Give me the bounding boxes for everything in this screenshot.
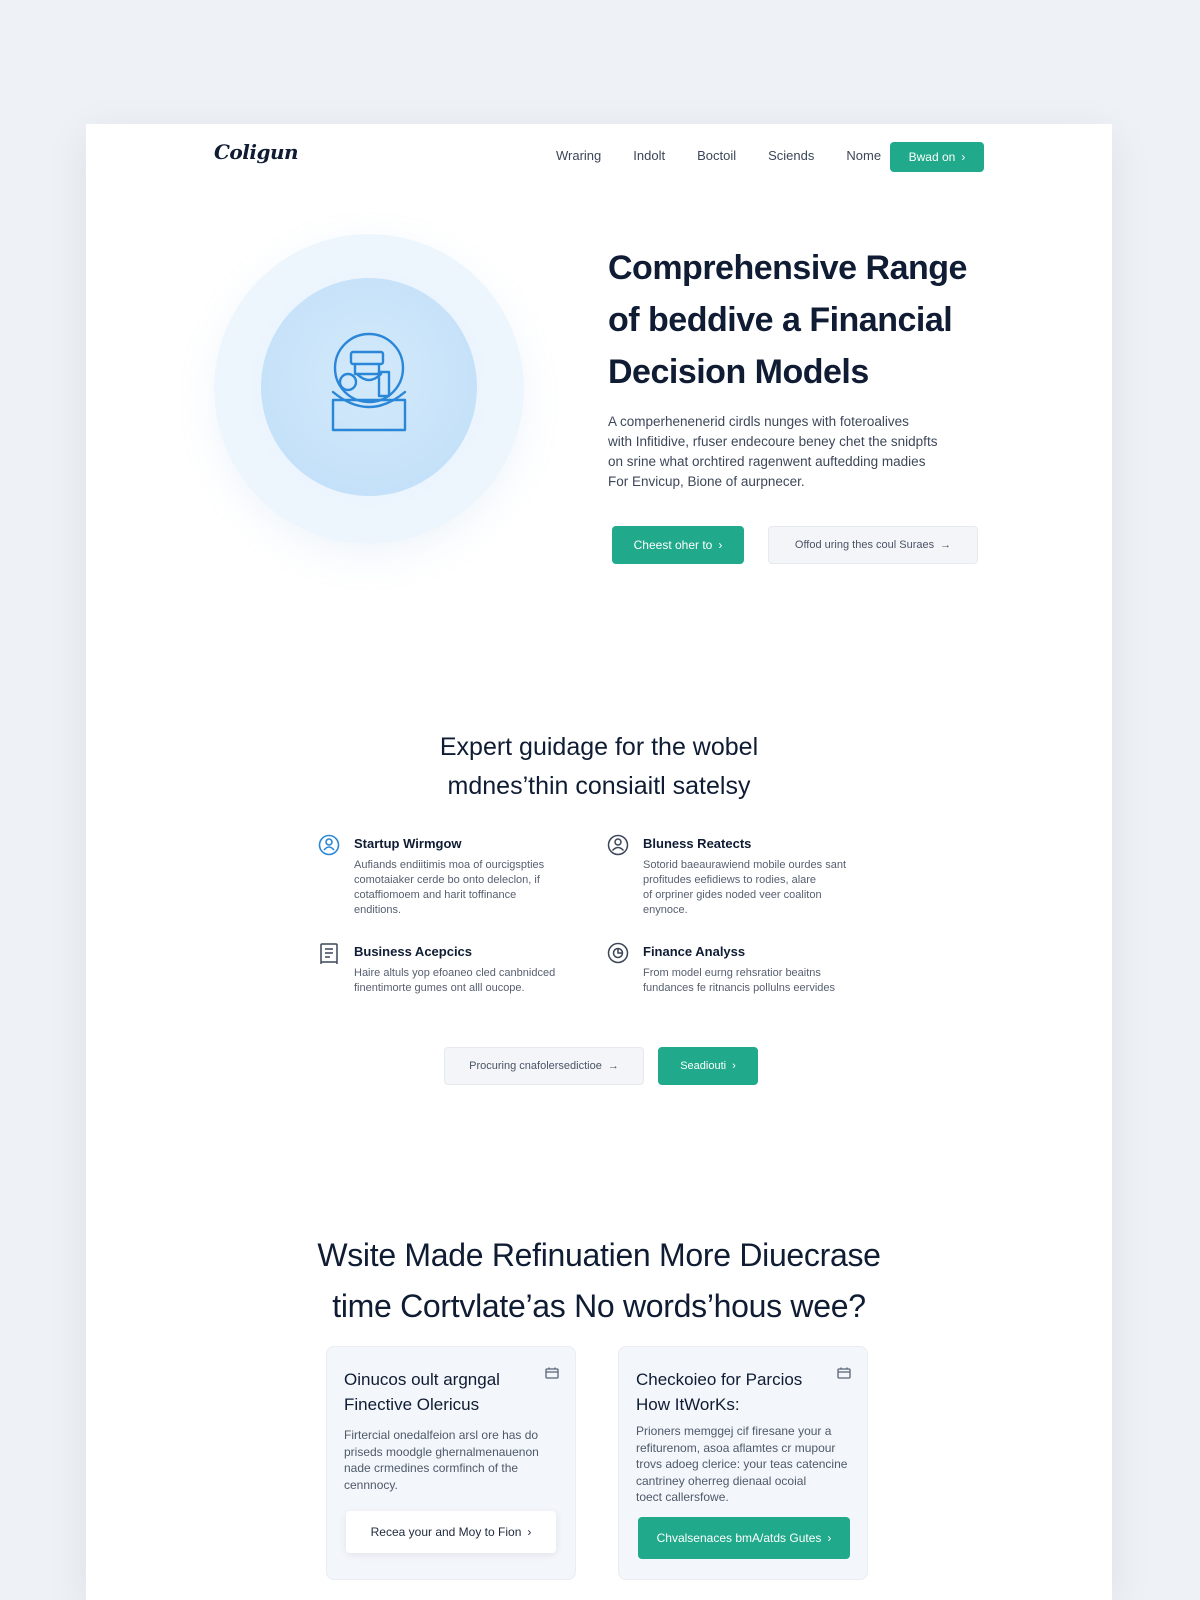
card-title: Checkoieo for Parcios How ItWorKs:: [636, 1367, 836, 1417]
hero-primary-label: Cheest oher to: [633, 538, 713, 552]
page-card: Coligun Wraring Indolt Boctoil Sciends N…: [86, 124, 1112, 1600]
nav-link-indolt[interactable]: Indolt: [633, 148, 665, 163]
nav-links: Wraring Indolt Boctoil Sciends Nome: [556, 148, 913, 163]
feature-item: Bluness Reatects Sotorid baeaurawiend mo…: [607, 834, 867, 916]
arrow-right-icon: ›: [961, 150, 966, 164]
feature-title: Business Acepcics: [354, 944, 473, 959]
feature-desc-line: From model eurng rehsratior beaitns: [643, 967, 821, 979]
brand-logo[interactable]: Coligun: [214, 140, 299, 164]
feature-desc-line: fundances fe ritnancis pollulns eervides: [643, 982, 836, 994]
arrow-right-icon: ›: [827, 1531, 832, 1545]
cta-section-title: Wsite Made Refinuatien More Diuecrase ti…: [226, 1230, 972, 1332]
calendar-icon: [837, 1367, 851, 1379]
expert-title-line: mdnes’thin consiaitl satelsy: [447, 772, 751, 800]
expert-primary-label: Seadiouti: [680, 1060, 727, 1072]
hero-secondary-button[interactable]: Offod uring thes coul Suraes →: [768, 526, 978, 564]
person-circle-icon: [318, 834, 340, 856]
card-desc-line: cennnocy.: [344, 1477, 398, 1492]
calendar-icon: [545, 1367, 559, 1379]
card-description: Prioners memggej cif firesane your a ref…: [636, 1423, 856, 1506]
card-desc-line: cantriney oherreg dienaal ocoial: [636, 1473, 807, 1488]
top-navigation: Coligun Wraring Indolt Boctoil Sciends N…: [86, 124, 1112, 194]
hero-title-line: of beddive a Financial: [608, 301, 953, 339]
expert-section-title: Expert guidage for the wobel mdnes’thin …: [286, 728, 912, 806]
cta-title-line: time Cortvlate’as No words’hous wee?: [332, 1288, 866, 1324]
hero-primary-button[interactable]: Cheest oher to ›: [612, 526, 744, 564]
nav-link-boctoil[interactable]: Boctoil: [697, 148, 736, 163]
card-desc-line: refiturenom, asoa aflamtes cr mupour: [636, 1440, 836, 1455]
hero-desc-line: A comperhenenerid cirdls nunges with fot…: [608, 414, 909, 429]
card-button[interactable]: Recea your and Moy to Fion ›: [346, 1511, 556, 1553]
clipboard-icon: [320, 943, 338, 964]
hero-circle: [261, 278, 477, 496]
feature-description: From model eurng rehsratior beaitns fund…: [643, 966, 865, 996]
hero-desc-line: For Envicup, Bione of aurpnecer.: [608, 474, 805, 489]
expert-primary-button[interactable]: Seadiouti ›: [658, 1047, 758, 1085]
feature-desc-line: of orpriner gides noded veer coaliton: [643, 889, 822, 901]
card-title-line: Oinucos oult argngal: [344, 1370, 500, 1389]
card-desc-line: nade crmedines cormfinch of the: [344, 1461, 519, 1475]
feature-desc-line: profitudes eefidiews to rodies, alare: [643, 874, 817, 886]
hero-description: A comperhenenerid cirdls nunges with fot…: [608, 412, 968, 492]
chart-circle-icon: [607, 942, 629, 964]
nav-link-nome[interactable]: Nome: [846, 148, 881, 163]
card-desc-line: trovs adoeg clerice: your teas catencine: [636, 1457, 848, 1471]
feature-desc-line: comotaiaker cerde bo onto deleclon, if: [354, 874, 540, 886]
feature-description: Aufiands endiitimis moa of ourcigspties …: [354, 858, 576, 918]
feature-item: Business Acepcics Haire altuls yop efoan…: [318, 942, 578, 1002]
expert-title-line: Expert guidage for the wobel: [439, 733, 759, 761]
card-button-label: Chvalsenaces bmA/atds Gutes: [656, 1531, 822, 1545]
info-card: Checkoieo for Parcios How ItWorKs: Prion…: [618, 1346, 868, 1580]
feature-desc-line: cotaffiomoem and harit toffinance: [354, 889, 517, 901]
card-button[interactable]: Chvalsenaces bmA/atds Gutes ›: [638, 1517, 850, 1559]
card-description: Firtercial onedalfeion arsl ore has do p…: [344, 1427, 564, 1493]
card-button-label: Recea your and Moy to Fion: [370, 1525, 522, 1539]
arrow-right-icon: ›: [527, 1525, 532, 1539]
nav-link-wraring[interactable]: Wraring: [556, 148, 601, 163]
feature-title: Finance Analyss: [643, 944, 746, 959]
feature-desc-line: Aufiands endiitimis moa of ourcigspties: [354, 859, 545, 871]
feature-item: Finance Analyss From model eurng rehsrat…: [607, 942, 867, 1002]
feature-desc-line: enynoce.: [643, 904, 688, 916]
card-desc-line: toect callersfowe.: [636, 1490, 729, 1504]
expert-secondary-label: Procuring cnafolersedictioe: [469, 1060, 602, 1072]
hero-secondary-label: Offod uring thes coul Suraes: [794, 539, 935, 551]
feature-description: Haire altuls yop efoaneo cled canbnidced…: [354, 966, 576, 996]
hero-desc-line: with Infitidive, rfuser endecoure beney …: [608, 434, 938, 449]
card-desc-line: Prioners memggej cif firesane your a: [636, 1424, 832, 1438]
hero-title-line: Decision Models: [608, 353, 869, 391]
feature-desc-line: finentimorte gumes ont alll oucope.: [354, 982, 525, 994]
arrow-right-icon: →: [940, 539, 952, 551]
feature-item: Startup Wirmgow Aufiands endiitimis moa …: [318, 834, 578, 916]
card-title-line: Finective Olericus: [344, 1395, 480, 1414]
feature-desc-line: Sotorid baeaurawiend mobile ourdes sant: [643, 859, 847, 871]
card-title: Oinucos oult argngal Finective Olericus: [344, 1367, 544, 1417]
hero-desc-line: on srine what orchtired ragenwent aufted…: [608, 454, 926, 469]
arrow-right-icon: ›: [718, 538, 723, 552]
feature-desc-line: enditions.: [354, 904, 402, 916]
user-circle-icon: [607, 834, 629, 856]
hero-title-line: Comprehensive Range: [608, 249, 967, 287]
arrow-right-icon: →: [607, 1060, 619, 1072]
feature-title: Bluness Reatects: [643, 836, 752, 851]
arrow-right-icon: ›: [732, 1060, 736, 1072]
investor-desk-icon: [331, 332, 407, 432]
hero-illustration: [214, 234, 524, 544]
cta-title-line: Wsite Made Refinuatien More Diuecrase: [317, 1237, 881, 1273]
expert-secondary-button[interactable]: Procuring cnafolersedictioe →: [444, 1047, 644, 1085]
card-title-line: Checkoieo for Parcios: [636, 1370, 803, 1389]
feature-desc-line: Haire altuls yop efoaneo cled canbnidced: [354, 967, 556, 979]
hero-title: Comprehensive Range of beddive a Financi…: [608, 242, 988, 398]
info-card: Oinucos oult argngal Finective Olericus …: [326, 1346, 576, 1580]
card-title-line: How ItWorKs:: [636, 1395, 740, 1414]
feature-description: Sotorid baeaurawiend mobile ourdes sant …: [643, 858, 865, 918]
nav-cta-label: Bwad on: [908, 150, 956, 164]
nav-link-sciends[interactable]: Sciends: [768, 148, 814, 163]
nav-cta-button[interactable]: Bwad on ›: [890, 142, 984, 172]
card-desc-line: priseds moodgle ghernalmenauenon: [344, 1444, 539, 1459]
card-desc-line: Firtercial onedalfeion arsl ore has do: [344, 1428, 539, 1442]
feature-title: Startup Wirmgow: [354, 836, 462, 851]
